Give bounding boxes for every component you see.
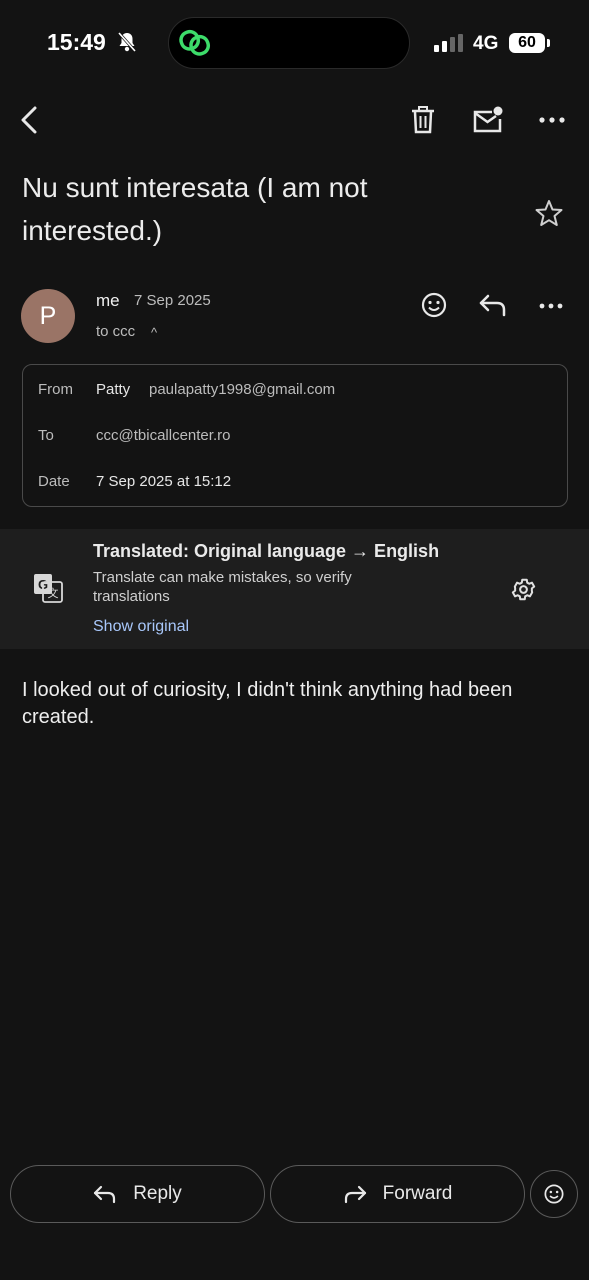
recipients-toggle[interactable]: to ccc: [96, 323, 135, 340]
battery-tip: [547, 39, 550, 47]
to-label: To: [38, 427, 54, 444]
add-reaction-button[interactable]: [420, 291, 448, 319]
bell-muted-icon: [116, 31, 138, 53]
star-icon[interactable]: [534, 198, 564, 228]
chevron-up-icon[interactable]: ^: [151, 325, 157, 340]
status-time: 15:49: [47, 29, 106, 55]
back-button[interactable]: [18, 105, 44, 135]
forward-label: Forward: [382, 1183, 453, 1204]
translation-note: Translate can make mistakes, so verify t…: [93, 569, 352, 605]
date-label: Date: [38, 473, 70, 490]
forward-pill-button[interactable]: Forward: [270, 1165, 525, 1223]
svg-text:文: 文: [48, 586, 59, 600]
emoji-reaction-button[interactable]: [530, 1170, 578, 1218]
sent-date: 7 Sep 2025: [134, 292, 211, 309]
mark-unread-button[interactable]: [472, 105, 504, 135]
cellular-signal-icon: [434, 34, 464, 52]
from-label: From: [38, 381, 73, 398]
avatar[interactable]: P: [21, 289, 75, 343]
message-body: I looked out of curiosity, I didn't thin…: [22, 679, 513, 728]
translate-icon: G文: [32, 572, 64, 604]
delete-button[interactable]: [410, 106, 436, 134]
translation-title: Translated: Original language → English: [93, 541, 440, 561]
date-value: 7 Sep 2025 at 15:12: [96, 473, 232, 490]
smiley-icon: [544, 1184, 564, 1204]
from-email[interactable]: paulapatty1998@gmail.com: [149, 381, 335, 398]
reply-button[interactable]: [478, 292, 508, 318]
sender-name: me: [96, 291, 120, 310]
reply-icon: [93, 1184, 117, 1204]
to-value[interactable]: ccc@tbicallcenter.ro: [96, 427, 230, 444]
network-type: 4G: [473, 33, 499, 54]
gear-icon[interactable]: [510, 576, 537, 603]
email-subject: Nu sunt interesata (I am not interested.…: [22, 172, 368, 246]
more-options-button[interactable]: [538, 110, 566, 130]
forward-icon: [343, 1184, 367, 1204]
show-original-link[interactable]: Show original: [93, 618, 189, 636]
reply-pill-button[interactable]: Reply: [10, 1165, 265, 1223]
link-activity-icon: [178, 28, 212, 58]
message-more-button[interactable]: [538, 298, 564, 314]
reply-label: Reply: [133, 1183, 182, 1204]
battery-level: 60: [509, 33, 545, 53]
from-name: Patty: [96, 381, 131, 398]
